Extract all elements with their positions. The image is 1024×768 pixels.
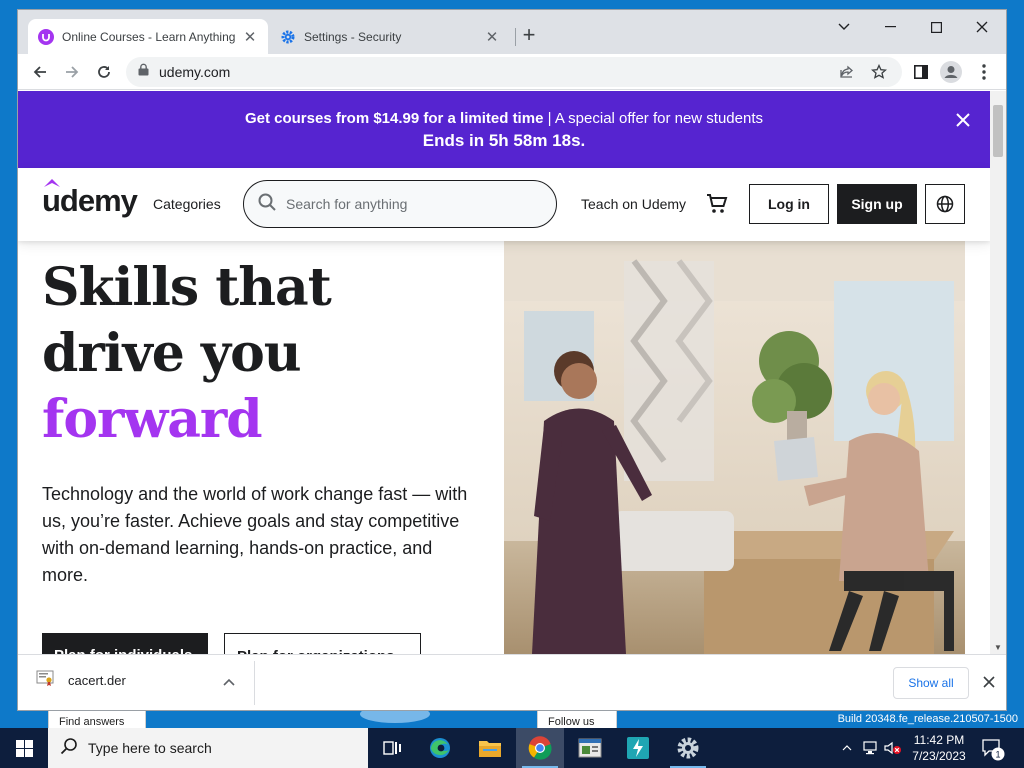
clock-date: 7/23/2023 bbox=[912, 749, 966, 763]
back-arrow-icon[interactable] bbox=[28, 60, 52, 84]
tab-close-icon[interactable]: ✕ bbox=[484, 28, 500, 46]
taskbar-clock[interactable]: 11:42 PM 7/23/2023 bbox=[904, 732, 974, 764]
promo-separator: | bbox=[543, 110, 555, 127]
address-bar[interactable]: udemy.com bbox=[126, 57, 902, 87]
office-meeting-illustration bbox=[504, 241, 965, 654]
notification-center-icon[interactable]: 1 bbox=[980, 736, 1006, 762]
login-button[interactable]: Log in bbox=[749, 184, 829, 224]
taskbar: Type here to search 11:42 PM 7/23/2023 1 bbox=[0, 728, 1024, 768]
language-globe-button[interactable] bbox=[925, 184, 965, 224]
page-viewport: Get courses from $14.99 for a limited ti… bbox=[18, 91, 990, 654]
tab-separator bbox=[515, 28, 516, 46]
forward-arrow-icon[interactable] bbox=[60, 60, 84, 84]
bookmark-star-icon[interactable] bbox=[868, 61, 890, 83]
browser-window: Online Courses - Learn Anything ✕ Settin… bbox=[17, 9, 1007, 711]
promo-message: Get courses from $14.99 for a limited ti… bbox=[18, 110, 990, 127]
tab-close-icon[interactable]: ✕ bbox=[242, 28, 258, 46]
server-manager-icon[interactable] bbox=[566, 728, 614, 768]
headline-line-1: Skills that bbox=[42, 257, 332, 318]
scrollbar-thumb[interactable] bbox=[993, 105, 1003, 157]
window-close-icon[interactable] bbox=[959, 12, 1005, 42]
headline-accent: forward bbox=[42, 389, 263, 450]
reload-icon[interactable] bbox=[92, 60, 116, 84]
hero-image bbox=[504, 241, 965, 654]
file-explorer-icon[interactable] bbox=[466, 728, 514, 768]
promo-countdown: Ends in 5h 58m 18s. bbox=[422, 131, 586, 150]
globe-icon bbox=[936, 195, 954, 213]
tab-settings-security[interactable]: Settings - Security ✕ bbox=[270, 19, 510, 54]
download-item[interactable]: cacert.der bbox=[36, 669, 126, 692]
powershell-bolt-icon[interactable] bbox=[614, 728, 662, 768]
tray-chevron-up-icon[interactable] bbox=[838, 728, 856, 768]
downloads-separator bbox=[254, 661, 255, 705]
chevron-up-icon[interactable] bbox=[223, 673, 235, 691]
more-menu-icon[interactable] bbox=[973, 61, 995, 83]
hero-description: Technology and the world of work change … bbox=[42, 484, 468, 585]
categories-link[interactable]: Categories bbox=[153, 196, 221, 212]
promo-subtext: A special offer for new students bbox=[554, 110, 764, 127]
tab-search-chevron-icon[interactable] bbox=[821, 12, 867, 42]
promo-banner[interactable]: Get courses from $14.99 for a limited ti… bbox=[18, 91, 990, 168]
notification-badge: 1 bbox=[995, 750, 1000, 760]
promo-close-icon[interactable] bbox=[952, 109, 974, 131]
certificate-file-icon bbox=[36, 669, 54, 692]
signup-button[interactable]: Sign up bbox=[837, 184, 917, 224]
tab-title: Settings - Security bbox=[304, 29, 402, 44]
search-bar[interactable] bbox=[243, 180, 557, 228]
downloads-close-icon[interactable] bbox=[979, 672, 999, 692]
windows-start-icon[interactable] bbox=[0, 728, 48, 768]
page-scrollbar[interactable]: ▼ bbox=[990, 91, 1006, 654]
url-text[interactable]: udemy.com bbox=[159, 64, 230, 80]
build-watermark: Build 20348.fe_release.210507-1500 bbox=[837, 713, 1018, 725]
settings-gear-icon[interactable] bbox=[664, 728, 712, 768]
minimize-icon[interactable] bbox=[867, 12, 913, 42]
taskbar-search-placeholder: Type here to search bbox=[88, 740, 212, 756]
volume-muted-icon[interactable] bbox=[882, 728, 904, 768]
udemy-favicon-icon bbox=[38, 28, 54, 45]
download-file-name: cacert.der bbox=[68, 673, 126, 688]
chrome-browser-icon[interactable] bbox=[516, 728, 564, 768]
search-icon[interactable] bbox=[258, 193, 276, 216]
profile-avatar-icon[interactable] bbox=[940, 61, 962, 83]
network-icon[interactable] bbox=[860, 728, 882, 768]
hero-section: Skills that drive you forward Technology… bbox=[18, 241, 990, 654]
desktop-card-find-answers[interactable]: Find answers bbox=[48, 710, 146, 728]
plan-for-individuals-button[interactable]: Plan for individuals bbox=[42, 633, 208, 654]
search-icon bbox=[60, 737, 78, 760]
clock-time: 11:42 PM bbox=[913, 733, 965, 747]
maximize-icon[interactable] bbox=[913, 12, 959, 42]
title-bar: Online Courses - Learn Anything ✕ Settin… bbox=[18, 10, 1006, 54]
browser-toolbar: udemy.com bbox=[18, 54, 1006, 90]
gear-favicon-icon bbox=[280, 29, 296, 45]
edge-browser-icon[interactable] bbox=[416, 728, 464, 768]
downloads-bar: cacert.der Show all bbox=[18, 654, 1006, 710]
task-view-icon[interactable] bbox=[368, 728, 416, 768]
logo-hat-icon bbox=[44, 179, 60, 187]
promo-offer: Get courses from $14.99 for a limited ti… bbox=[244, 110, 544, 127]
teach-on-udemy-link[interactable]: Teach on Udemy bbox=[581, 196, 686, 212]
lock-icon[interactable] bbox=[138, 63, 149, 81]
site-header: udemy Categories Teach on Udemy Log in S… bbox=[18, 168, 990, 241]
taskbar-search-box[interactable]: Type here to search bbox=[48, 728, 368, 768]
search-input[interactable] bbox=[286, 196, 526, 212]
desktop-card-follow-us[interactable]: Follow us bbox=[537, 710, 617, 728]
new-tab-plus-icon[interactable]: + bbox=[518, 24, 540, 47]
logo-text: udemy bbox=[42, 183, 138, 218]
tab-udemy[interactable]: Online Courses - Learn Anything ✕ bbox=[28, 19, 268, 54]
hero-headline: Skills that drive you forward bbox=[42, 255, 332, 453]
plan-for-organizations-button[interactable]: Plan for organizations bbox=[224, 633, 421, 654]
shopping-cart-icon[interactable] bbox=[705, 192, 729, 216]
share-icon[interactable] bbox=[836, 61, 858, 83]
side-panel-icon[interactable] bbox=[910, 61, 932, 83]
scroll-down-arrow-icon[interactable]: ▼ bbox=[994, 643, 1002, 652]
udemy-logo[interactable]: udemy bbox=[42, 179, 138, 219]
show-all-button[interactable]: Show all bbox=[893, 667, 969, 699]
tab-title: Online Courses - Learn Anything bbox=[62, 29, 236, 44]
headline-line-2: drive you bbox=[42, 323, 302, 384]
